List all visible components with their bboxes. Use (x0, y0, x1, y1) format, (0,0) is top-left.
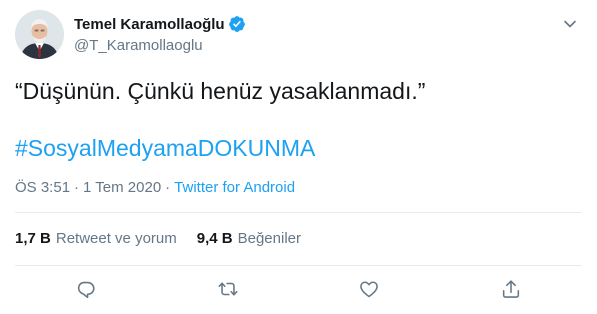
reply-icon (77, 281, 95, 299)
tweet-card: Temel Karamollaoğlu @T_Karamollaoglu “Dü… (0, 0, 597, 314)
meta-separator: · (74, 179, 80, 196)
verified-badge-icon (228, 15, 246, 33)
retweet-stat[interactable]: 1,7 B Retweet ve yorum (15, 230, 177, 247)
tweet-source-link[interactable]: Twitter for Android (174, 179, 295, 196)
tweet-text: “Düşünün. Çünkü henüz yasaklanmadı.” (15, 78, 426, 104)
like-label: Beğeniler (237, 230, 301, 247)
tweet-header: Temel Karamollaoğlu @T_Karamollaoglu (15, 10, 582, 62)
author-info: Temel Karamollaoğlu @T_Karamollaoglu (74, 14, 246, 54)
avatar[interactable] (15, 10, 64, 59)
hashtag-link[interactable]: #SosyalMedyamaDOKUNMA (15, 133, 315, 163)
tweet-meta: ÖS 3:51 · 1 Tem 2020 · Twitter for Android (15, 179, 295, 196)
retweet-count: 1,7 B (15, 230, 51, 247)
tweet-actions (0, 276, 597, 302)
like-button[interactable] (356, 276, 382, 302)
like-count: 9,4 B (196, 230, 233, 247)
retweet-button[interactable] (215, 276, 241, 302)
chevron-down-icon (564, 20, 576, 28)
share-icon (502, 280, 520, 298)
tweet-time[interactable]: ÖS 3:51 (15, 179, 70, 196)
heart-icon (360, 281, 378, 298)
author-display-name[interactable]: Temel Karamollaoğlu (74, 16, 225, 33)
avatar-portrait-image (15, 10, 64, 59)
like-stat[interactable]: 9,4 B Beğeniler (197, 230, 301, 247)
divider (15, 265, 582, 266)
tweet-date[interactable]: 1 Tem 2020 (83, 179, 161, 196)
author-handle[interactable]: @T_Karamollaoglu (74, 37, 246, 54)
retweet-icon (218, 282, 238, 296)
divider (15, 212, 582, 213)
tweet-options-button[interactable] (560, 14, 580, 34)
tweet-stats: 1,7 B Retweet ve yorum 9,4 B Beğeniler (15, 230, 301, 247)
retweet-label: Retweet ve yorum (55, 230, 177, 247)
name-row: Temel Karamollaoğlu (74, 14, 246, 34)
meta-separator: · (165, 179, 171, 196)
share-button[interactable] (498, 276, 524, 302)
reply-button[interactable] (73, 276, 99, 302)
